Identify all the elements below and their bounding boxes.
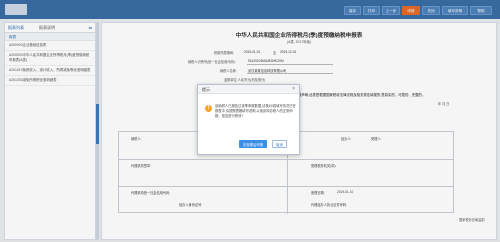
dialog-header: 提示 × <box>198 85 299 94</box>
view-then-declare-button[interactable]: 去查看后申报 <box>239 140 267 148</box>
prompt-dialog: 提示 × ! 该纳税人已报告过该季申报数据,请核对!若填写情况已在报表中,请按照… <box>197 84 300 155</box>
close-icon[interactable]: × <box>292 86 295 92</box>
dialog-title: 提示 <box>202 87 210 92</box>
warning-icon: ! <box>205 105 212 112</box>
cancel-button[interactable]: 取消 <box>272 140 287 148</box>
dialog-message: 该纳税人已报告过该季申报数据,请核对!若填写情况已在报表中,请按照表格填写说明,… <box>215 104 296 119</box>
